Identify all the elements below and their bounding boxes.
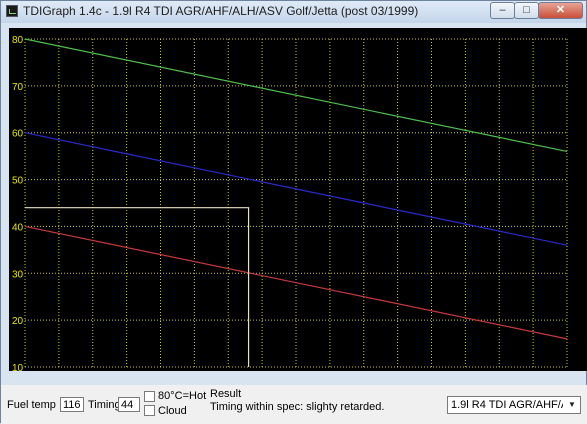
- hot-label: 80°C=Hot: [158, 390, 207, 402]
- x-tick-label: 110: [220, 370, 236, 371]
- y-tick-label: 50: [12, 176, 24, 187]
- chart-svg: 8070605040302010506070809010011012013014…: [12, 35, 576, 371]
- timing-input[interactable]: [118, 397, 140, 412]
- close-button[interactable]: ✕: [538, 2, 583, 19]
- x-tick-label: 180: [457, 370, 474, 371]
- x-tick-label: 150: [355, 370, 372, 371]
- hot-checkbox[interactable]: [144, 391, 155, 402]
- x-tick-label: 170: [423, 370, 440, 371]
- series-line-1: [24, 38, 568, 153]
- y-tick-label: 60: [12, 129, 24, 140]
- x-tick-label: 60: [53, 370, 65, 371]
- x-tick-label: 70: [87, 370, 99, 371]
- cloud-label: Cloud: [158, 405, 187, 417]
- x-tick-label: 80: [121, 370, 133, 371]
- y-tick-label: 70: [12, 82, 24, 93]
- window-title: TDIGraph 1.4c - 1.9l R4 TDI AGR/AHF/ALH/…: [23, 4, 419, 18]
- x-tick-label: 160: [389, 370, 406, 371]
- y-tick-label: 20: [12, 316, 24, 327]
- minimize-button[interactable]: –: [490, 2, 515, 19]
- x-tick-label: 90: [155, 370, 167, 371]
- x-tick-label: 140: [322, 370, 339, 371]
- engine-select[interactable]: 1.9l R4 TDI AGR/AHF/ALH/ASV ▼: [447, 396, 581, 414]
- chevron-down-icon[interactable]: ▼: [565, 398, 579, 412]
- timing-label: Timing: [88, 399, 121, 411]
- x-tick-label: 200: [525, 370, 542, 371]
- engine-select-value: 1.9l R4 TDI AGR/AHF/ALH/ASV: [451, 399, 563, 411]
- result-text: Timing within spec: slighty retarded.: [210, 401, 385, 413]
- y-tick-label: 80: [12, 35, 24, 46]
- fuel-temp-input[interactable]: [60, 397, 84, 412]
- timing-graph: 8070605040302010506070809010011012013014…: [9, 28, 587, 371]
- maximize-button[interactable]: □: [514, 2, 539, 19]
- cloud-checkbox[interactable]: [144, 405, 155, 416]
- y-tick-label: 40: [12, 222, 24, 233]
- x-tick-label: 100: [186, 370, 203, 371]
- fuel-temp-label: Fuel temp: [7, 399, 56, 411]
- app-icon: [6, 5, 18, 17]
- x-tick-label: 130: [288, 370, 305, 371]
- title-bar[interactable]: TDIGraph 1.4c - 1.9l R4 TDI AGR/AHF/ALH/…: [1, 1, 586, 23]
- result-label: Result: [210, 388, 242, 400]
- x-tick-label: 210: [559, 370, 576, 371]
- y-tick-label: 30: [12, 269, 24, 280]
- x-tick-label: 190: [491, 370, 508, 371]
- x-tick-label: 50: [19, 370, 31, 371]
- x-tick-label: 120: [254, 370, 271, 371]
- app-window: TDIGraph 1.4c - 1.9l R4 TDI AGR/AHF/ALH/…: [0, 0, 587, 424]
